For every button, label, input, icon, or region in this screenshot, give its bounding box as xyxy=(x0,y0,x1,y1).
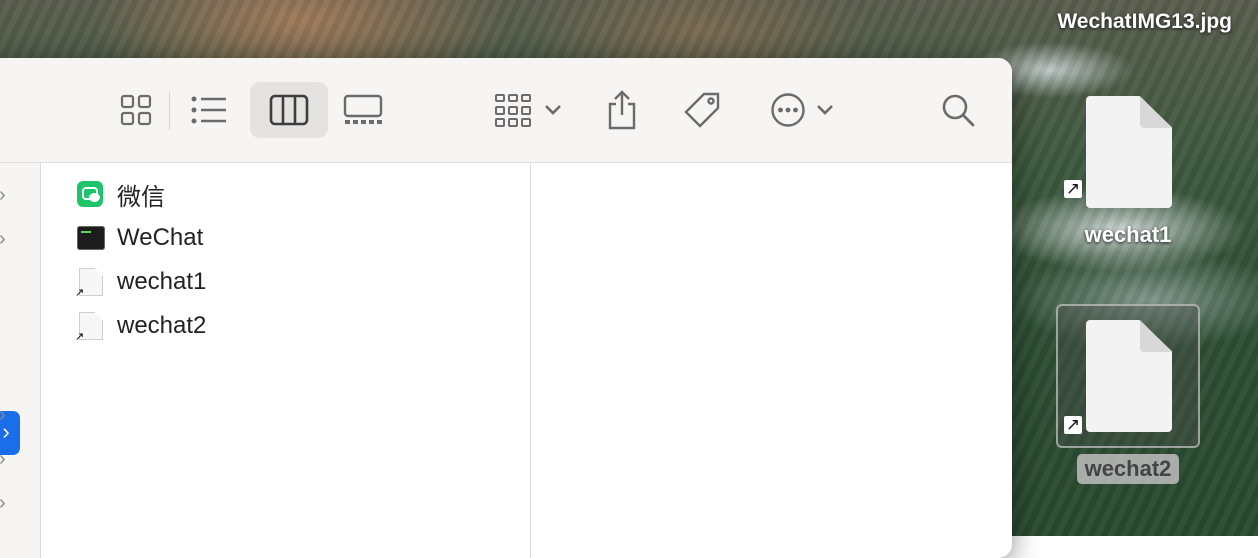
alias-document-icon: ↗ xyxy=(1058,84,1198,214)
list-item-wechat1[interactable]: ↗ wechat1 xyxy=(75,262,207,302)
file-name: wechat1 xyxy=(117,268,207,295)
share-icon xyxy=(608,90,636,130)
list-item-wechat2[interactable]: ↗ wechat2 xyxy=(75,306,207,346)
desktop-icon-wechat2[interactable]: ↗ wechat2 xyxy=(1053,304,1203,484)
chevron-right-icon[interactable]: › xyxy=(0,185,15,205)
search-button[interactable] xyxy=(938,82,978,138)
ellipsis-circle-icon xyxy=(771,93,805,127)
chevron-down-icon xyxy=(545,105,561,115)
alias-arrow-icon: ↗ xyxy=(1064,179,1082,198)
columns-icon xyxy=(269,94,309,126)
alias-arrow-icon: ↗ xyxy=(75,331,85,343)
icon-view-button[interactable] xyxy=(114,82,158,138)
terminal-exec-icon xyxy=(77,226,105,250)
list-view-button[interactable] xyxy=(184,82,234,138)
desktop-icon-wechat1[interactable]: ↗ wechat1 xyxy=(1053,84,1203,250)
empty-browser-column[interactable] xyxy=(531,163,1012,558)
list-item-wechat-app[interactable]: 微信 xyxy=(77,174,165,214)
alias-arrow-icon: ↗ xyxy=(1064,415,1082,434)
chevron-right-icon[interactable]: › xyxy=(0,405,15,425)
file-name: WeChat xyxy=(117,224,204,251)
tag-icon xyxy=(684,92,720,128)
more-actions-button[interactable] xyxy=(766,82,838,138)
finder-toolbar xyxy=(0,58,1012,163)
browser-column: 微信 WeChat ↗ wechat1 ↗ wechat2 xyxy=(41,163,531,558)
gallery-view-button[interactable] xyxy=(340,82,386,138)
search-icon xyxy=(942,94,975,127)
grid-icon xyxy=(120,94,152,126)
alias-document-icon: ↗ xyxy=(1056,304,1200,448)
desktop-file-label-wallpaper[interactable]: WechatIMG13.jpg xyxy=(1057,10,1232,34)
wechat-app-icon xyxy=(77,181,103,207)
finder-window: › › › › › › 微信 WeChat ↗ wechat1 ↗ wechat… xyxy=(0,58,1012,558)
parent-column: › › › › › › xyxy=(0,163,41,558)
gallery-icon xyxy=(343,94,383,124)
file-name: 微信 xyxy=(117,183,165,211)
file-name: wechat2 xyxy=(117,312,207,339)
share-button[interactable] xyxy=(604,82,640,138)
toolbar-divider xyxy=(169,92,170,130)
chevron-right-icon[interactable]: › xyxy=(0,493,15,513)
chevron-right-icon[interactable]: › xyxy=(0,229,15,249)
tags-button[interactable] xyxy=(680,82,724,138)
column-view-button[interactable] xyxy=(250,82,328,138)
chevron-down-icon xyxy=(817,105,833,115)
alias-arrow-icon: ↗ xyxy=(75,287,85,299)
desktop-icon-label: wechat1 xyxy=(1084,222,1172,247)
chevron-right-icon[interactable]: › xyxy=(0,449,15,469)
group-icon xyxy=(495,94,531,127)
group-by-button[interactable] xyxy=(490,82,566,138)
list-item-wechat-exec[interactable]: WeChat xyxy=(77,218,203,258)
list-icon xyxy=(191,96,226,124)
desktop-icon-label: wechat2 xyxy=(1076,454,1180,484)
